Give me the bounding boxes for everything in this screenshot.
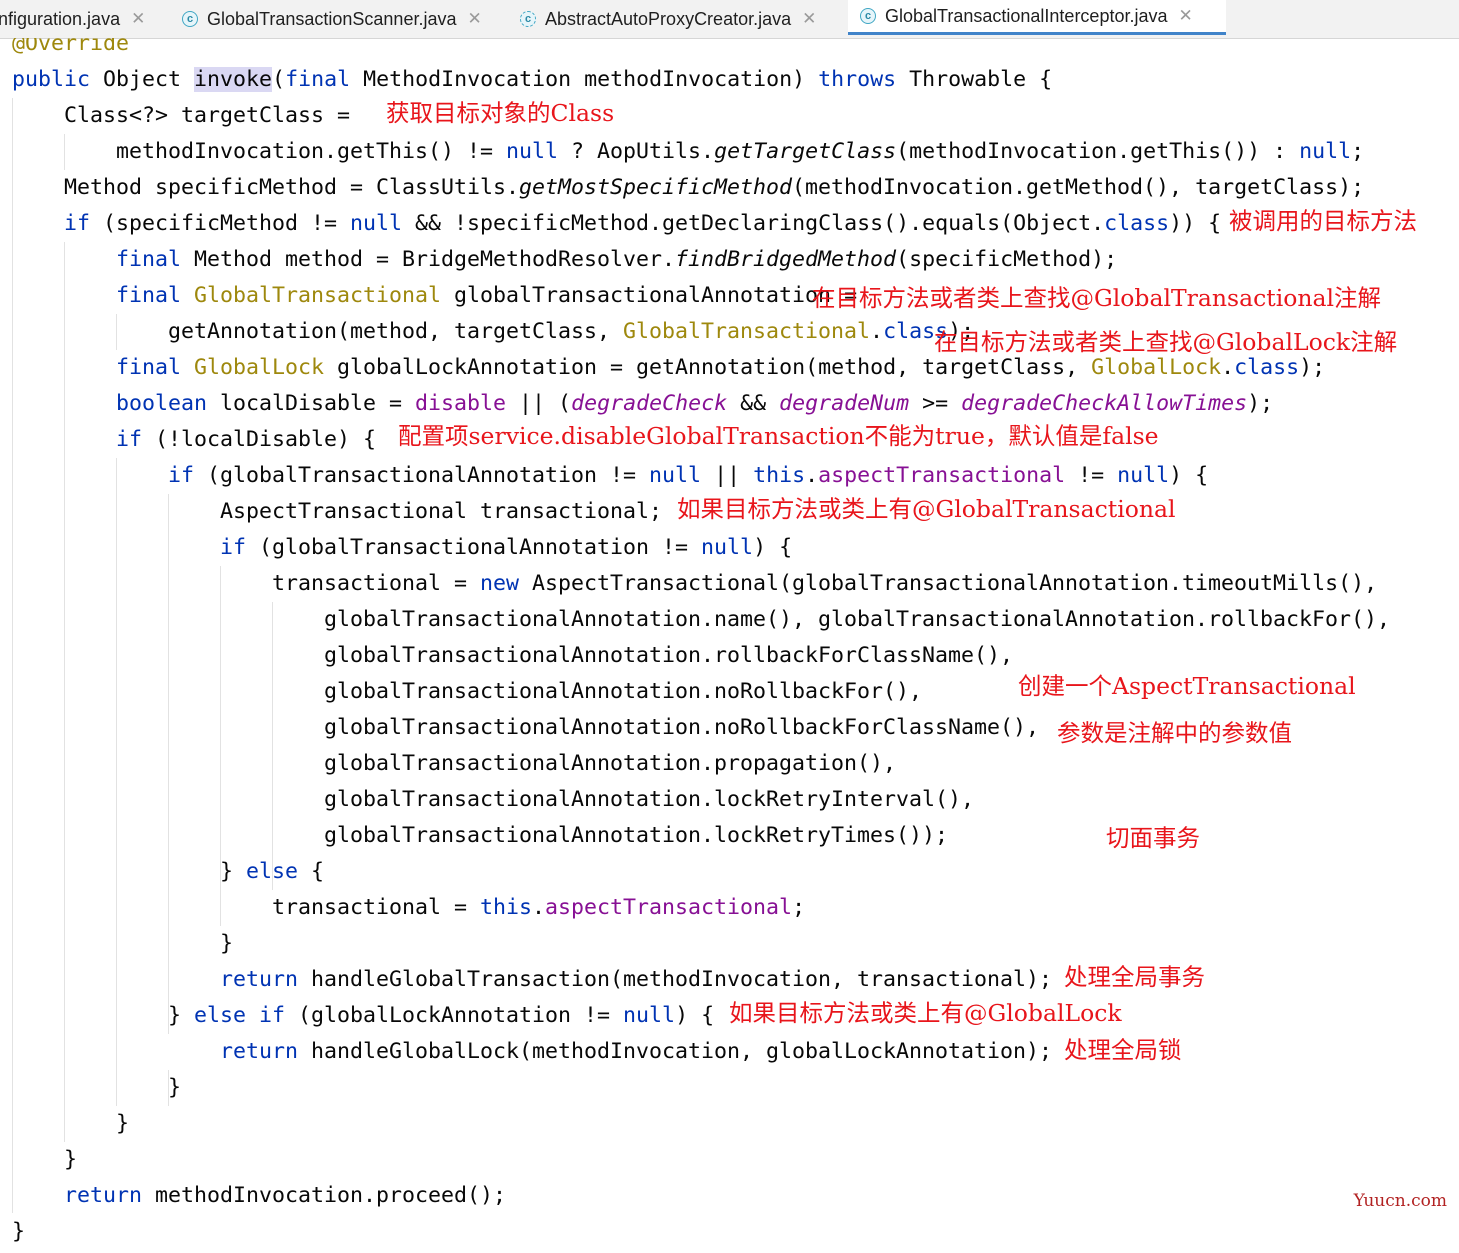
code-line: transactional = this.aspectTransactional… [272,895,806,920]
code-line: globalTransactionalAnnotation.noRollback… [324,679,923,704]
note-params-from-annotation: 参数是注解中的参数值 [1057,719,1292,747]
code-line: if (specificMethod != null && !specificM… [64,211,1222,236]
indent-guide [168,494,169,1034]
code-line: if (globalTransactionalAnnotation != nul… [168,463,1209,488]
code-line: final Method method = BridgeMethodResolv… [116,247,1118,272]
code-line: globalTransactionalAnnotation.noRollback… [324,715,1040,740]
code-line: Method specificMethod = ClassUtils.getMo… [64,175,1365,200]
code-line: } [12,1219,26,1244]
code-line: final GlobalTransactional globalTransact… [116,283,858,308]
note-aspect-transaction: 切面事务 [1106,824,1200,852]
code-line: @Override [12,38,130,56]
close-icon[interactable]: ✕ [1179,6,1193,26]
tab-label: AbstractAutoProxyCreator.java [545,8,792,29]
class-icon: c [182,11,198,27]
code-line: return methodInvocation.proceed(); [64,1183,507,1208]
note-find-global-lock: 在目标方法或者类上查找@GlobalLock注解 [934,328,1398,356]
tab-label: GlobalTransactionScanner.java [207,8,457,29]
indent-guide [64,242,65,1142]
indent-guide [64,134,65,170]
tab-label: nfiguration.java [0,8,121,29]
code-line: return handleGlobalTransaction(methodInv… [220,967,1053,992]
indent-guide [116,314,117,350]
code-line: globalTransactionalAnnotation.lockRetryI… [324,787,975,812]
code-line: } [116,1111,130,1136]
indent-guide [220,890,221,926]
tab-global-transaction-scanner[interactable]: c GlobalTransactionScanner.java ✕ [182,0,512,38]
indent-guide [220,566,221,890]
indent-guide [12,98,13,1213]
code-line: } [168,1075,182,1100]
close-icon[interactable]: ✕ [131,9,145,29]
editor-tab-bar: nfiguration.java ✕ c GlobalTransactionSc… [0,0,1459,39]
note-has-global-transactional: 如果目标方法或类上有@GlobalTransactional [677,495,1176,523]
code-line: } else { [220,859,325,884]
code-line-method-signature: public Object invoke(final MethodInvocat… [12,67,1053,92]
note-config-disable: 配置项service.disableGlobalTransaction不能为tr… [398,422,1159,450]
code-line: globalTransactionalAnnotation.name(), gl… [324,607,1391,632]
code-line: globalTransactionalAnnotation.lockRetryT… [324,823,949,848]
note-find-global-transactional: 在目标方法或者类上查找@GlobalTransactional注解 [812,284,1382,312]
code-line: methodInvocation.getThis() != null ? Aop… [116,139,1365,164]
note-target-method: 被调用的目标方法 [1229,207,1417,235]
note-has-global-lock: 如果目标方法或类上有@GlobalLock [729,999,1122,1027]
code-editor[interactable]: @Override public Object invoke(final Met… [0,38,1459,1253]
watermark: Yuucn.com [1353,1191,1447,1211]
code-line: globalTransactionalAnnotation.rollbackFo… [324,643,1014,668]
note-create-aspect-transactional: 创建一个AspectTransactional [1018,672,1356,700]
note-handle-global-lock: 处理全局锁 [1064,1036,1182,1064]
code-line: if (!localDisable) { [116,427,377,452]
tab-abstract-auto-proxy-creator[interactable]: c AbstractAutoProxyCreator.java ✕ [520,0,845,38]
code-line: return handleGlobalLock(methodInvocation… [220,1039,1053,1064]
tab-nfiguration[interactable]: nfiguration.java ✕ [0,0,168,38]
code-line: getAnnotation(method, targetClass, Globa… [168,319,975,344]
code-line: boolean localDisable = disable || (degra… [116,391,1274,416]
note-handle-global-transaction: 处理全局事务 [1064,963,1205,991]
code-line: } [64,1147,78,1172]
note-target-class: 获取目标对象的Class [386,99,615,127]
code-line: transactional = new AspectTransactional(… [272,571,1378,596]
code-line: } else if (globalLockAnnotation != null)… [168,1003,715,1028]
code-line: } [220,931,234,956]
close-icon[interactable]: ✕ [467,9,481,29]
class-icon: c [860,8,876,24]
indent-guide [272,602,273,890]
close-icon[interactable]: ✕ [802,9,816,29]
tab-label: GlobalTransactionalInterceptor.java [885,5,1168,26]
abstract-class-icon: c [520,11,536,27]
code-line: Class<?> targetClass = [64,103,351,128]
code-line: AspectTransactional transactional; [220,499,663,524]
indent-guide [116,458,117,1106]
code-line: if (globalTransactionalAnnotation != nul… [220,535,793,560]
tab-global-transactional-interceptor[interactable]: c GlobalTransactionalInterceptor.java ✕ [848,0,1226,35]
code-line: globalTransactionalAnnotation.propagatio… [324,751,897,776]
